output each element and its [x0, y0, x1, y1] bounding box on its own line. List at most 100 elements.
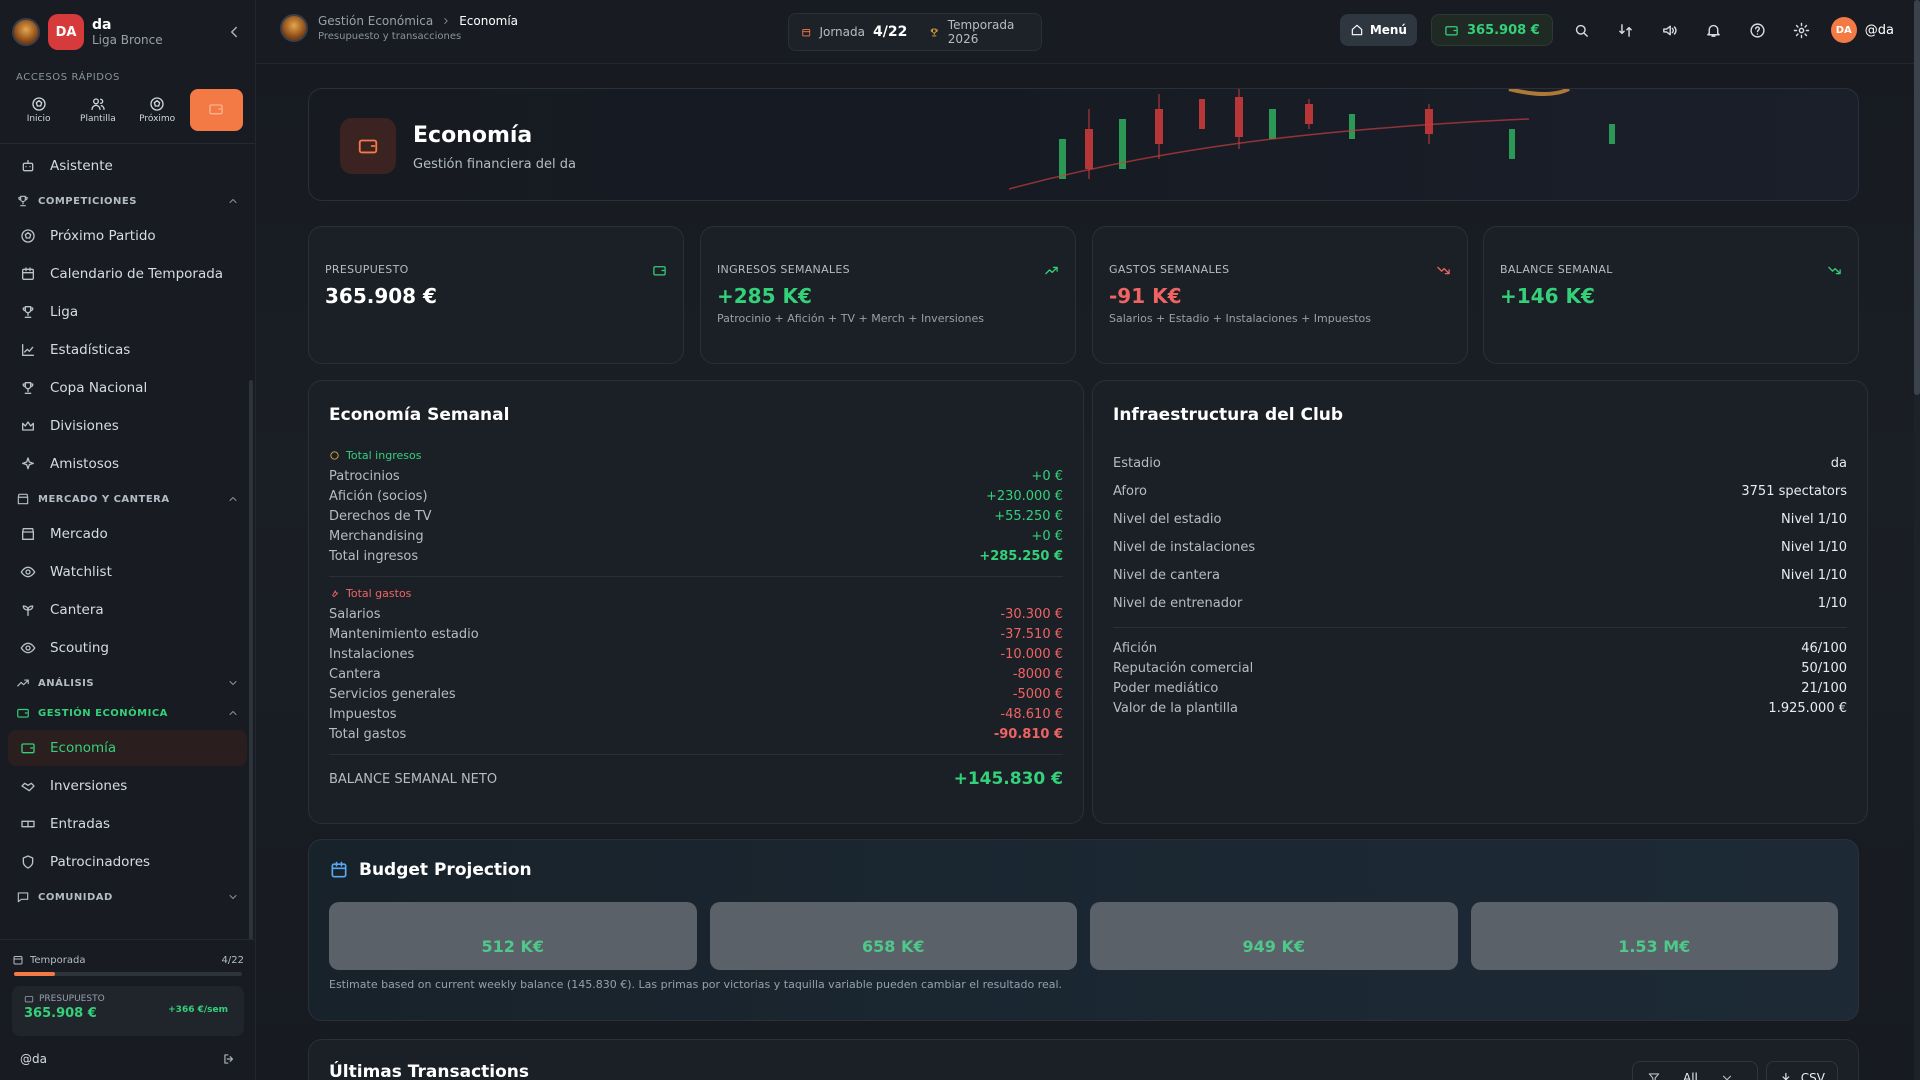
value-row: Merchandising +0 €: [329, 526, 1063, 546]
page-scrollbar[interactable]: [1914, 0, 1920, 1080]
sidebar-item-calendar[interactable]: Calendario de Temporada: [8, 256, 247, 292]
row-label: Valor de la plantilla: [1113, 700, 1238, 716]
row-value: -30.300 €: [1000, 606, 1063, 622]
stat-value: +285 K€: [717, 284, 812, 308]
sidebar-budget-box[interactable]: Presupuesto 365.908 € +366 €/sem: [12, 986, 244, 1036]
quick-economy-button[interactable]: [189, 89, 243, 131]
sidebar-item-friendlies[interactable]: Amistosos: [8, 446, 247, 482]
sparkles-icon: [20, 456, 36, 472]
search-button[interactable]: [1567, 15, 1597, 45]
stat-label: Gastos semanales: [1109, 263, 1230, 276]
jornada-value: 4/22: [873, 24, 908, 40]
sidebar-item-cup[interactable]: Copa Nacional: [8, 370, 247, 406]
value-row: Derechos de TV +55.250 €: [329, 506, 1063, 526]
notifications-button[interactable]: [1699, 15, 1729, 45]
stat-label: Ingresos semanales: [717, 263, 850, 276]
breadcrumb-text: Gestión Económica Economía Presupuesto y…: [318, 14, 518, 42]
sidebar-item-label: Liga: [50, 304, 79, 320]
weekly-economy-title: Economía Semanal: [329, 405, 510, 425]
section-divider: [1113, 627, 1847, 628]
sidebar-item-label: Copa Nacional: [50, 380, 148, 396]
value-row: Instalaciones -10.000 €: [329, 644, 1063, 664]
section-divider: [329, 754, 1063, 755]
row-label: Instalaciones: [329, 646, 415, 662]
value-row: Nivel del estadio Nivel 1/10: [1113, 505, 1847, 533]
menu-button[interactable]: Menú: [1339, 14, 1417, 46]
calendar-icon: [12, 954, 24, 966]
income-total-value: +285.250 €: [979, 548, 1063, 564]
row-label: Afición: [1113, 640, 1158, 656]
settings-button[interactable]: [1787, 15, 1817, 45]
budget-projection-header: Budget Projection: [329, 860, 1838, 880]
net-balance-value: +145.830 €: [953, 769, 1063, 789]
breadcrumb-subtitle: Presupuesto y transacciones: [318, 31, 462, 42]
sidebar-item-scouting[interactable]: Scouting: [8, 630, 247, 666]
row-value: +55.250 €: [994, 508, 1063, 524]
sidebar-scrollbar[interactable]: [249, 380, 253, 940]
transactions-filter-select[interactable]: All: [1632, 1061, 1758, 1080]
calendar-icon: [329, 860, 349, 880]
user-menu[interactable]: DA @da: [1830, 17, 1894, 43]
logout-icon[interactable]: [222, 1052, 236, 1066]
budget-projection-panel: Budget Projection 512 K€ 658 K€ 949 K€ 1…: [308, 839, 1859, 1021]
store-icon: [16, 492, 30, 506]
sidebar-item-stats[interactable]: Estadísticas: [8, 332, 247, 368]
income-section-header: Total ingresos: [329, 449, 1063, 462]
help-button[interactable]: [1743, 15, 1773, 45]
row-label: Patrocinios: [329, 468, 400, 484]
row-value: +230.000 €: [985, 488, 1063, 504]
quick-home-button[interactable]: Inicio: [12, 89, 65, 131]
breadcrumb-parent[interactable]: Gestión Económica: [318, 14, 433, 28]
sidebar-group-market[interactable]: Mercado y cantera: [0, 484, 255, 514]
sidebar-item-watchlist[interactable]: Watchlist: [8, 554, 247, 590]
row-label: Merchandising: [329, 528, 424, 544]
quick-access-row: Inicio Plantilla Próximo: [0, 89, 255, 139]
row-label: Nivel de cantera: [1113, 567, 1220, 583]
sidebar-item-sponsors[interactable]: Patrocinadores: [8, 844, 247, 880]
sidebar-item-label: Watchlist: [50, 564, 112, 580]
chevron-down-icon: [1720, 1071, 1734, 1080]
transfers-button[interactable]: [1611, 15, 1641, 45]
stat-label: Presupuesto: [325, 263, 409, 276]
export-csv-button[interactable]: CSV: [1766, 1061, 1838, 1080]
stat-label: Balance semanal: [1500, 263, 1613, 276]
quick-squad-label: Plantilla: [80, 114, 116, 124]
row-value: -10.000 €: [1000, 646, 1063, 662]
sidebar-item-market[interactable]: Mercado: [8, 516, 247, 552]
sidebar-item-next-match[interactable]: Próximo Partido: [8, 218, 247, 254]
chevron-right-icon: [441, 16, 451, 26]
sidebar-user-row: @da: [12, 1036, 244, 1072]
page-scrollbar-thumb[interactable]: [1914, 0, 1920, 395]
sidebar-group-analysis[interactable]: Análisis: [0, 668, 255, 698]
quick-squad-button[interactable]: Plantilla: [71, 89, 124, 131]
sidebar-item-label: Divisiones: [50, 418, 119, 434]
sprout-icon: [20, 602, 36, 618]
club-avatar: DA: [48, 14, 84, 50]
sidebar-item-league[interactable]: Liga: [8, 294, 247, 330]
stat-card-income: Ingresos semanales +285 K€ Patrocinio + …: [700, 226, 1076, 364]
sidebar-group-community[interactable]: Comunidad: [0, 882, 255, 912]
topbar-actions: Menú 365.908 € DA @da: [1339, 14, 1894, 46]
income-total-label: Total ingresos: [329, 548, 419, 564]
sidebar-item-divisions[interactable]: Divisiones: [8, 408, 247, 444]
chevron-down-icon: [227, 891, 239, 903]
quick-next-button[interactable]: Próximo: [131, 89, 184, 131]
section-divider: [329, 576, 1063, 577]
sidebar-group-competitions[interactable]: Competiciones: [0, 186, 255, 216]
sound-button[interactable]: [1655, 15, 1685, 45]
budget-rate: +366 €/sem: [168, 1005, 228, 1015]
sidebar-group-label: Análisis: [38, 677, 95, 689]
sidebar-item-academy[interactable]: Cantera: [8, 592, 247, 628]
sidebar-item-economy[interactable]: Economía: [8, 730, 247, 766]
balance-button[interactable]: 365.908 €: [1430, 14, 1553, 46]
sidebar-item-assistant[interactable]: Asistente: [8, 148, 247, 184]
chevron-down-icon: [227, 677, 239, 689]
value-row: Estadio da: [1113, 449, 1847, 477]
sidebar-group-economic[interactable]: Gestión económica: [0, 698, 255, 728]
chevron-up-icon: [227, 493, 239, 505]
sidebar-item-tickets[interactable]: Entradas: [8, 806, 247, 842]
wallet-icon: [24, 994, 34, 1004]
sidebar-item-investments[interactable]: Inversiones: [8, 768, 247, 804]
sidebar-item-label: Cantera: [50, 602, 104, 618]
chevron-left-icon[interactable]: [225, 23, 243, 41]
